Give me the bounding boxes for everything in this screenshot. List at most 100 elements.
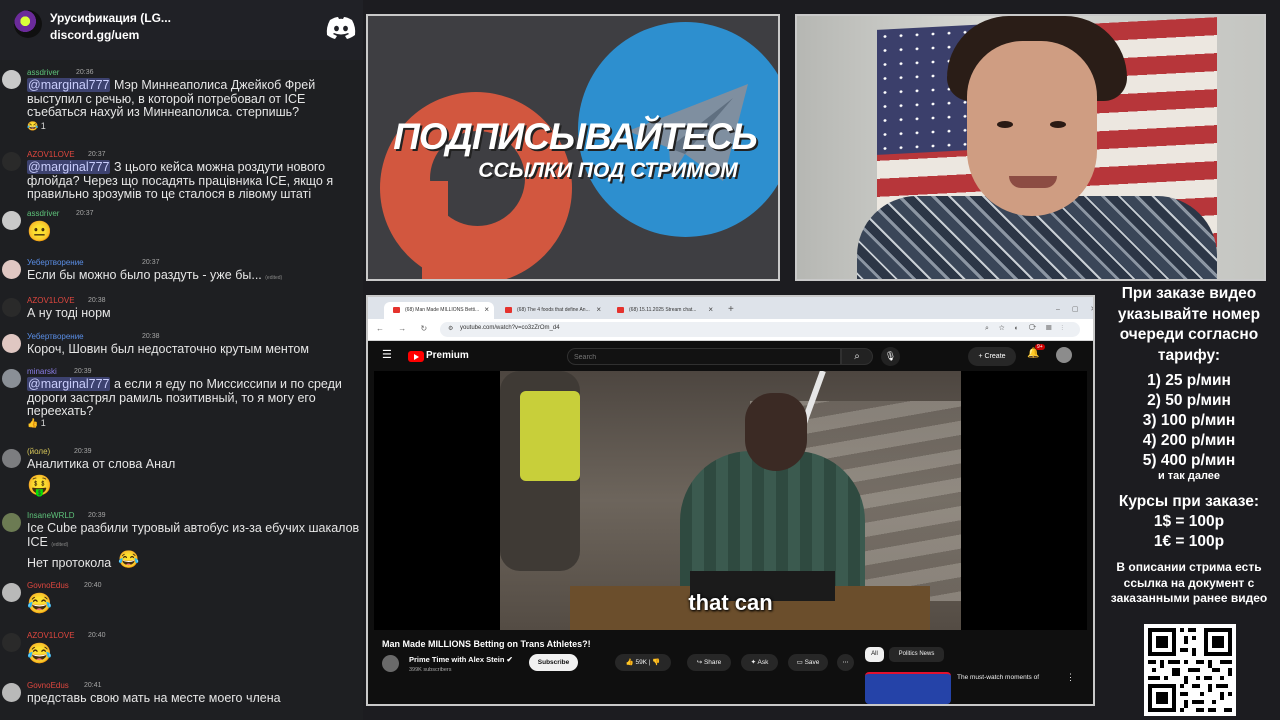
order-instructions: При заказе видео указывайте номер очеред… [1117, 285, 1261, 364]
username[interactable]: assdriver [27, 68, 59, 77]
username[interactable]: InsaneWRLD [27, 511, 75, 520]
close-icon[interactable]: × [484, 305, 489, 314]
server-avatar [14, 10, 42, 38]
mention[interactable]: @marginal777 [27, 160, 111, 174]
rates-title: Курсы при заказе: [1118, 493, 1260, 510]
mention[interactable]: @marginal777 [27, 377, 111, 391]
address-bar: ← → ↻ ⚙ youtube.com/watch?v=co3zZrOm_d4 … [368, 319, 1093, 341]
user-avatar [2, 513, 21, 532]
recommended-thumbnail[interactable] [865, 672, 951, 704]
chat-message: GovnoEdus 20:40 😂 [0, 581, 363, 621]
price-tier: 3) 100 р/мин [1142, 412, 1236, 429]
url-text: youtube.com/watch?v=co3zZrOm_d4 [460, 325, 560, 331]
more-icon[interactable]: ⋮ [1066, 672, 1075, 683]
reaction[interactable]: 👍 1 [27, 418, 46, 429]
username[interactable]: GovnoEdus [27, 581, 69, 590]
close-icon[interactable]: × [708, 305, 713, 314]
channel-avatar[interactable] [382, 655, 399, 672]
username[interactable]: assdriver [27, 209, 59, 218]
timestamp: 20:37 [142, 259, 160, 266]
new-tab-button[interactable]: + [728, 304, 734, 315]
share-button[interactable]: ↪ Share [687, 654, 731, 671]
timestamp: 20:37 [88, 151, 106, 158]
channel-name[interactable]: Prime Time with Alex Stein ✔ [409, 655, 513, 664]
window-controls[interactable]: – ▢ ✕ [1056, 305, 1093, 313]
timestamp: 20:40 [84, 582, 102, 589]
message-body: Ice Cube разбили туровый автобус из-за е… [27, 521, 360, 549]
notification-count: 9+ [1035, 344, 1045, 350]
close-icon[interactable]: × [596, 305, 601, 314]
message-text: @marginal777 а если я еду по Миссиссипи … [27, 377, 360, 419]
edited-tag: (edited) [51, 541, 69, 548]
username[interactable]: GovnoEdus [27, 681, 69, 690]
description-note: В описании стрима есть ссылка на докумен… [1110, 560, 1268, 605]
username[interactable]: Уебертворение [27, 258, 84, 267]
ask-button[interactable]: ✦ Ask [741, 654, 778, 671]
like-dislike-button[interactable]: 👍 59K | 👎 [615, 654, 671, 671]
chat-message: assdriver 20:37 😐 [0, 209, 363, 249]
tab-label: (68) The 4 foods that define An... [517, 307, 590, 313]
chip-politics-news[interactable]: Politics News [889, 647, 944, 662]
timestamp: 20:41 [84, 682, 102, 689]
search-box[interactable] [567, 348, 841, 365]
browser-tab-active[interactable]: (68) Man Made MILLIONS Betti... × [384, 302, 494, 319]
search-icon[interactable]: ⌕ [841, 348, 873, 365]
chat-message: Уебертворение 20:37 Если бы можно было р… [0, 258, 363, 288]
chip-all[interactable]: All [865, 647, 884, 662]
save-button[interactable]: ▭ Save [788, 654, 828, 671]
timestamp: 20:38 [88, 297, 106, 304]
subscribe-button[interactable]: Subscribe [529, 654, 578, 671]
extensions-icons[interactable]: ⌕ ☆ ◐ ⟳ ▤ ⋮ [985, 325, 1067, 333]
username[interactable]: minarski [27, 367, 57, 376]
message-text: А ну тоді норм [27, 306, 111, 320]
video-safety-vest [520, 391, 580, 481]
message-text: Если бы можно было раздуть - уже бы... (… [27, 268, 360, 286]
browser-tab[interactable]: (68) 15.11.2025 Stream chat... × [608, 302, 718, 319]
tab-strip: (68) Man Made MILLIONS Betti... × (68) T… [368, 297, 1093, 319]
recommended-title[interactable]: The must-watch moments of [957, 674, 1039, 681]
channel-name-text: Prime Time with Alex Stein [409, 655, 505, 664]
video-player[interactable]: that can [374, 371, 1087, 630]
video-caption: that can [688, 590, 773, 615]
streamer-face [967, 41, 1097, 216]
share-icon: ↪ [696, 659, 703, 666]
create-button[interactable]: + Create [968, 347, 1016, 366]
user-avatar [2, 260, 21, 279]
username[interactable]: AZOV1LOVE [27, 631, 75, 640]
username[interactable]: AZOV1LOVE [27, 296, 75, 305]
promo-title: ПОДПИСЫВАЙТЕСЬ [393, 116, 757, 157]
mention[interactable]: @marginal777 [27, 78, 111, 92]
more-actions-button[interactable]: ⋯ [837, 654, 854, 671]
promo-banner: ПОДПИСЫВАЙТЕСЬ ССЫЛКИ ПОД СТРИМОМ [366, 14, 780, 281]
reaction[interactable]: 😂 1 [27, 121, 46, 132]
menu-icon[interactable]: ☰ [382, 348, 392, 361]
user-avatar [2, 369, 21, 388]
price-tier: 4) 200 р/мин [1142, 432, 1236, 449]
browser-tab[interactable]: (68) The 4 foods that define An... × [496, 302, 606, 319]
price-tier: 5) 400 р/мин [1142, 452, 1236, 469]
youtube-brand[interactable]: Premium [426, 350, 469, 361]
youtube-favicon-icon [393, 307, 400, 313]
username[interactable]: AZOV1LOVE [27, 150, 75, 159]
streamer-mouth [1009, 176, 1057, 188]
url-field[interactable]: ⚙ youtube.com/watch?v=co3zZrOm_d4 ⌕ ☆ ◐ … [440, 322, 1080, 337]
username[interactable]: (йоле) [27, 447, 50, 456]
video-speaker-head [745, 393, 807, 471]
browser-window: (68) Man Made MILLIONS Betti... × (68) T… [366, 295, 1095, 706]
microphone-icon[interactable]: 🎙 [881, 347, 900, 366]
emoji: 😂 [27, 643, 52, 665]
thumbs-up-icon: 👍 [625, 659, 634, 666]
timestamp: 20:36 [76, 69, 94, 76]
discord-invite-link[interactable]: discord.gg/uem [50, 28, 139, 42]
username[interactable]: Уебертворение [27, 332, 84, 341]
chat-panel: Урусификация (LG... discord.gg/uem assdr… [0, 0, 363, 720]
user-avatar [2, 334, 21, 353]
discord-icon [326, 17, 356, 39]
thumbs-down-icon: 👎 [652, 659, 661, 666]
site-info-icon[interactable]: ⚙ [448, 325, 453, 332]
nav-buttons[interactable]: ← → ↻ [376, 324, 433, 333]
discord-header: Урусификация (LG... discord.gg/uem [0, 0, 363, 60]
subscriber-count: 399K subscribers [409, 667, 452, 673]
account-avatar[interactable] [1056, 347, 1072, 363]
search-input[interactable] [574, 352, 824, 362]
